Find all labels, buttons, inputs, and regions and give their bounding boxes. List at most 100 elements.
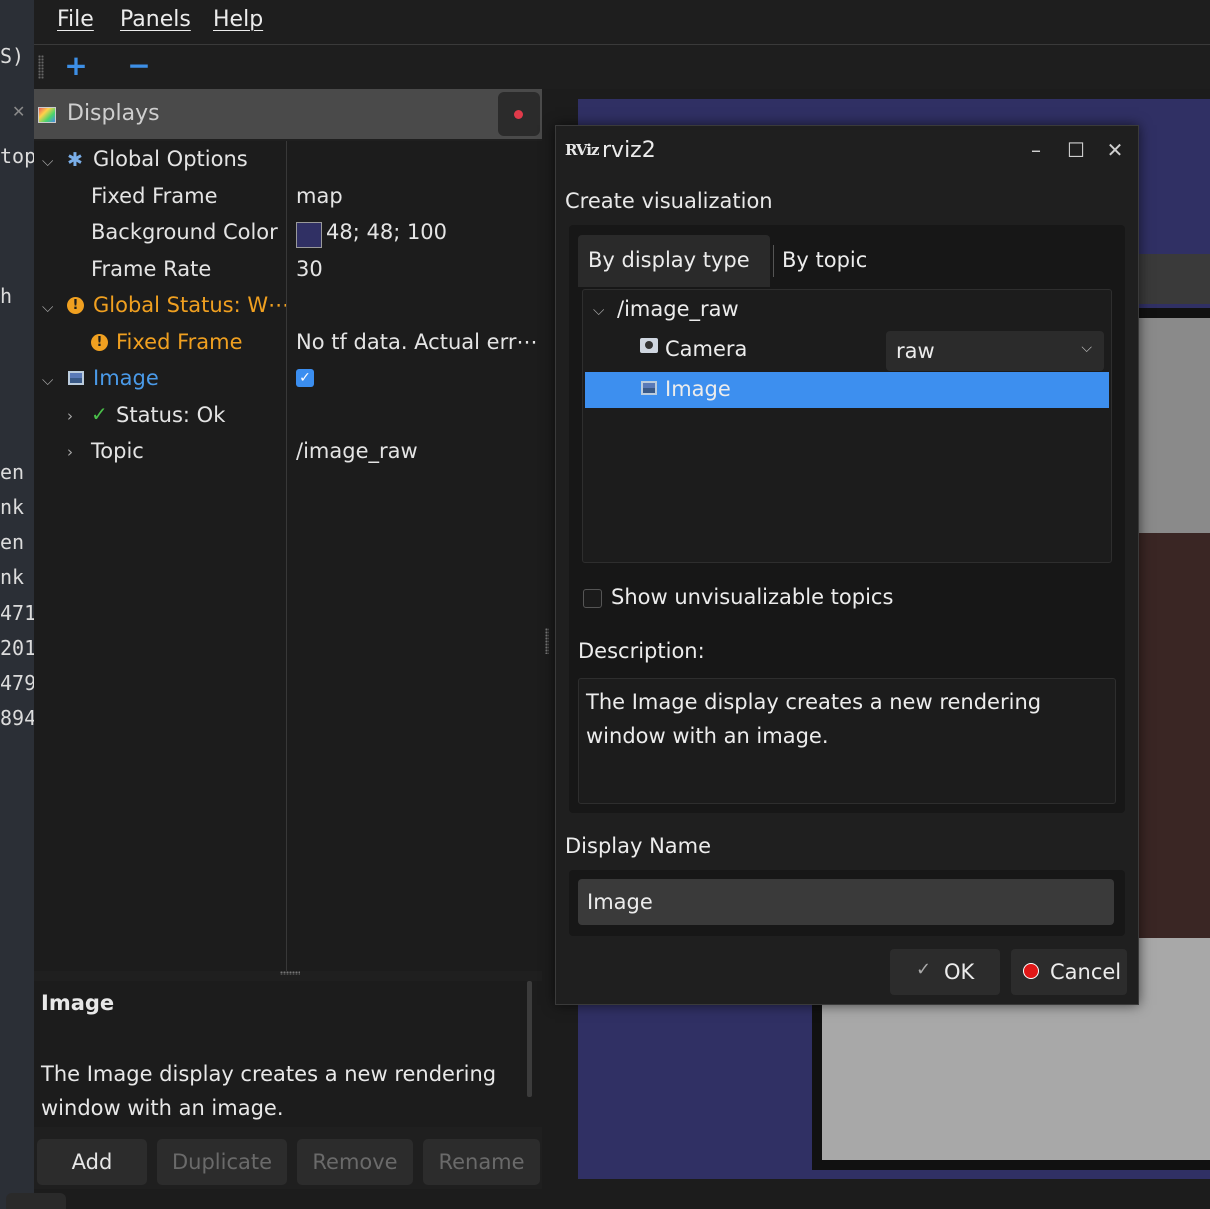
visualization-selector: By display type By topic ⌵ /image_raw Ca… (569, 225, 1125, 813)
tree-label: Fixed Frame (91, 184, 218, 208)
checkbox-label: Show unvisualizable topics (611, 585, 894, 609)
menu-panels[interactable]: Panels (120, 7, 191, 32)
menu-file[interactable]: File (57, 7, 94, 32)
strip-fragment: 894 (0, 706, 34, 730)
checkmark-icon: ✓ (916, 959, 932, 980)
show-unvisualizable-checkbox[interactable] (583, 589, 602, 608)
description-text: The Image display creates a new renderin… (41, 1062, 497, 1120)
chevron-down-icon[interactable]: ⌵ (42, 298, 53, 316)
displays-title: Displays (67, 101, 160, 126)
color-swatch[interactable] (296, 222, 322, 248)
tree-row-topic[interactable]: › Topic /image_raw (34, 435, 542, 471)
toolbar-grip-icon[interactable] (38, 55, 44, 79)
close-icon[interactable]: ✕ (12, 102, 25, 121)
displays-tree[interactable]: ⌵ ✱ Global Options Fixed Frame map Backg… (34, 141, 542, 971)
tree-row-frame-rate[interactable]: Frame Rate 30 (34, 253, 542, 289)
tree-row-image[interactable]: ⌵ Image ✓ (34, 362, 542, 398)
chevron-down-icon: ⌵ (1081, 340, 1092, 356)
tree-value[interactable]: /image_raw (296, 439, 418, 463)
monitor-icon (38, 107, 56, 123)
tree-value[interactable]: 30 (296, 257, 323, 281)
tree-label: Topic (91, 439, 144, 463)
minimize-icon[interactable]: – (1022, 136, 1050, 164)
warning-icon: ! (91, 334, 108, 351)
tree-label: Frame Rate (91, 257, 212, 281)
close-panel-button[interactable] (498, 92, 540, 136)
bottom-tab[interactable] (6, 1193, 66, 1209)
remove-tool-button[interactable]: − (122, 51, 156, 83)
strip-fragment: 479 (0, 671, 34, 695)
scrollbar[interactable] (527, 981, 532, 1097)
display-name-group (569, 870, 1125, 936)
tree-label: Image (93, 366, 159, 390)
description-title: Image (41, 991, 115, 1015)
add-button[interactable]: Add (37, 1139, 147, 1185)
checkmark-icon: ✓ (91, 402, 108, 426)
description-text: The Image display creates a new renderin… (586, 690, 1042, 748)
tree-value[interactable]: 48; 48; 100 (326, 220, 447, 244)
remove-button[interactable]: Remove (297, 1139, 413, 1185)
rename-button[interactable]: Rename (423, 1139, 540, 1185)
enabled-checkbox[interactable]: ✓ (296, 369, 314, 387)
ok-button[interactable]: ✓ OK (890, 949, 1000, 995)
display-name-label: Display Name (565, 834, 712, 858)
tree-row-background-color[interactable]: Background Color 48; 48; 100 (34, 216, 542, 252)
image-content-region (1136, 533, 1210, 938)
cancel-button[interactable]: Cancel (1011, 949, 1127, 995)
dialog-title: rviz2 (602, 138, 656, 163)
menu-help[interactable]: Help (213, 7, 263, 32)
background-window-strip: S) ✕ top h en nk en nk 471 201 479 894 (0, 0, 34, 1209)
splitter-handle[interactable] (545, 628, 549, 654)
dialog-heading: Create visualization (565, 189, 773, 213)
image-icon (68, 371, 84, 385)
strip-fragment: nk (0, 495, 25, 519)
select-value: raw (896, 339, 935, 363)
chevron-down-icon[interactable]: ⌵ (42, 371, 53, 389)
image-content-region (1136, 318, 1210, 533)
add-tool-button[interactable]: + (59, 51, 93, 83)
transport-select[interactable]: raw ⌵ (886, 331, 1104, 371)
cancel-icon (1023, 963, 1039, 979)
splitter-handle[interactable] (280, 971, 300, 975)
chevron-down-icon[interactable]: ⌵ (42, 152, 53, 170)
tree-row-image-selected[interactable]: Image (585, 372, 1109, 408)
tree-row-status-ok[interactable]: › ✓ Status: Ok (34, 399, 542, 435)
strip-fragment: h (0, 284, 13, 308)
tree-label: Camera (665, 337, 748, 361)
tree-row-global-status[interactable]: ⌵ ! Global Status: W⋯ (34, 289, 542, 325)
strip-fragment: en (0, 460, 25, 484)
column-divider[interactable] (286, 141, 287, 971)
tree-value: No tf data. Actual err⋯ (296, 330, 538, 354)
maximize-icon[interactable]: ☐ (1062, 136, 1090, 164)
tree-label: Image (665, 377, 731, 401)
toolbar: + − (34, 45, 1210, 89)
tree-row-topic-image-raw[interactable]: ⌵ /image_raw (585, 292, 1109, 328)
displays-panel: Displays ⌵ ✱ Global Options Fixed Frame … (34, 89, 542, 1189)
tree-label: Status: Ok (116, 403, 226, 427)
tree-row-camera[interactable]: Camera raw ⌵ (585, 328, 1109, 372)
description-label: Description: (578, 639, 705, 663)
tree-label: Background Color (91, 220, 278, 244)
topic-tree[interactable]: ⌵ /image_raw Camera raw ⌵ Image (582, 289, 1112, 563)
warning-icon: ! (67, 297, 84, 314)
tree-label: Global Status: W⋯ (93, 293, 290, 317)
camera-icon (640, 338, 658, 353)
tree-row-global-options[interactable]: ⌵ ✱ Global Options (34, 143, 542, 179)
tab-by-display-type[interactable]: By display type (578, 235, 770, 287)
tree-value[interactable]: map (296, 184, 343, 208)
close-icon[interactable]: ✕ (1101, 136, 1129, 164)
strip-fragment: top (0, 144, 34, 168)
tree-row-fixed-frame-status[interactable]: ! Fixed Frame No tf data. Actual err⋯ (34, 326, 542, 362)
image-icon (641, 381, 657, 395)
display-name-input[interactable] (578, 879, 1114, 925)
duplicate-button[interactable]: Duplicate (157, 1139, 287, 1185)
chevron-right-icon[interactable]: › (67, 443, 73, 461)
button-label: OK (944, 960, 975, 984)
tree-row-fixed-frame[interactable]: Fixed Frame map (34, 180, 542, 216)
rviz-logo: RViz (565, 141, 600, 159)
displays-header: Displays (34, 89, 542, 139)
strip-fragment: S) (0, 44, 25, 68)
display-description: Image The Image display creates a new re… (34, 981, 542, 1127)
chevron-down-icon[interactable]: ⌵ (593, 301, 604, 319)
chevron-right-icon[interactable]: › (67, 407, 73, 425)
